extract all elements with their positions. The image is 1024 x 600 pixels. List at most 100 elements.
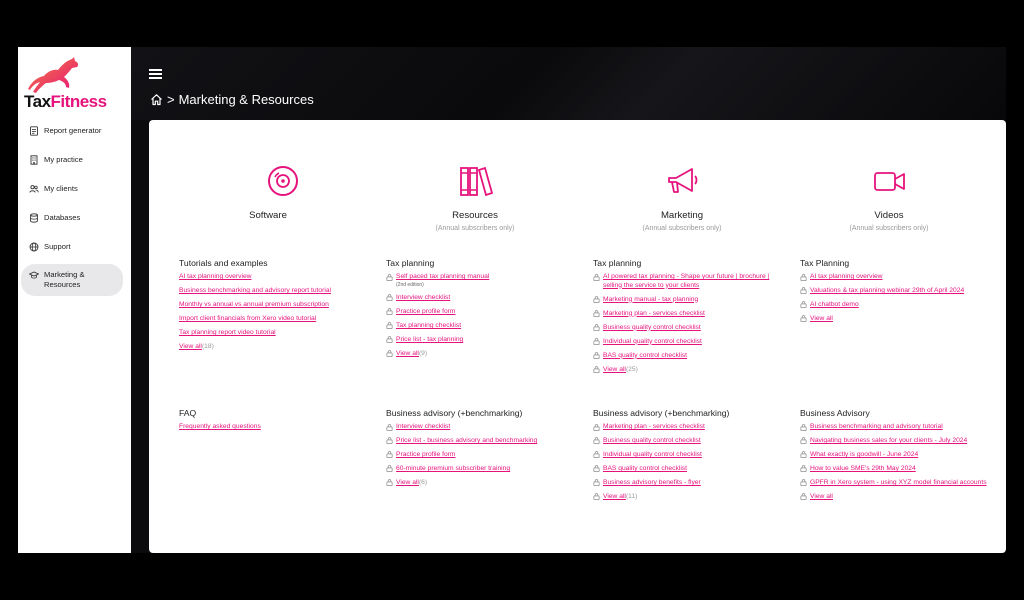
list-item: AI chatbot demo (800, 301, 990, 310)
resource-link[interactable]: Valuations & tax planning webinar 29th o… (810, 287, 964, 296)
resource-link[interactable]: Marketing manual - tax planning (603, 296, 698, 305)
sidebar-item-support[interactable]: Support (21, 235, 123, 259)
list-item: Practice profile form (386, 451, 576, 460)
list-item: How to value SME's 29th May 2024 (800, 465, 990, 474)
resource-link[interactable]: Practice profile form (396, 308, 455, 317)
resource-link[interactable]: Interview checklist (396, 294, 450, 303)
list-item: Individual quality control checklist (593, 451, 783, 460)
view-all-link[interactable]: View all (396, 350, 419, 357)
link-list: AI tax planning overview Business benchm… (179, 273, 369, 338)
megaphone-icon (668, 168, 698, 193)
sidebar-item-my-practice[interactable]: My practice (21, 148, 123, 172)
resource-link[interactable]: Business benchmarking and advisory repor… (179, 287, 331, 296)
column-title: Videos (874, 210, 904, 221)
resource-link[interactable]: AI tax planning overview (810, 273, 883, 282)
view-all: View all (9) (386, 350, 576, 358)
resource-link[interactable]: Business quality control checklist (603, 437, 701, 446)
list-item: GPFR in Xero system - using XYZ model fi… (800, 479, 990, 488)
resource-link[interactable]: Price list - business advisory and bench… (396, 437, 537, 446)
view-all-link[interactable]: View all (179, 343, 202, 350)
resource-link[interactable]: Tax planning report video tutorial (179, 329, 276, 338)
resource-link[interactable]: Practice profile form (396, 451, 455, 460)
resource-link[interactable]: Price list - tax planning (396, 336, 463, 345)
item-count: (6) (418, 479, 428, 487)
lock-icon (593, 324, 600, 332)
section-title: Business advisory (+benchmarking) (386, 408, 523, 418)
section-business-advisory: Business advisory (+benchmarking) Interv… (386, 408, 576, 487)
lock-icon (593, 423, 600, 431)
resource-link[interactable]: Frequently asked questions (179, 423, 261, 432)
lock-icon (800, 493, 807, 501)
logo-wordmark: TaxFitness (24, 92, 107, 111)
menu-icon[interactable] (149, 69, 162, 79)
resource-link[interactable]: Tax planning checklist (396, 322, 461, 331)
resource-link[interactable]: What exactly is goodwill - June 2024 (810, 451, 918, 460)
lock-icon (386, 479, 393, 487)
sidebar-item-label: My practice (44, 155, 83, 164)
taxfitness-logo[interactable]: TaxFitness (20, 55, 128, 111)
resource-link[interactable]: AI chatbot demo (810, 301, 859, 310)
view-all-link[interactable]: View all (603, 366, 626, 373)
list-item: Marketing plan - services checklist (593, 423, 783, 432)
resource-link[interactable]: BAS quality control checklist (603, 352, 687, 361)
resource-link[interactable]: Business benchmarking and advisory tutor… (810, 423, 943, 432)
sidebar-item-databases[interactable]: Databases (21, 206, 123, 230)
page-title: Marketing & Resources (178, 92, 314, 107)
list-item: AI tax planning overview (179, 273, 369, 282)
resource-link[interactable]: Interview checklist (396, 423, 450, 432)
sidebar-item-report-generator[interactable]: Report generator (21, 119, 123, 143)
view-all: View all (800, 315, 990, 323)
lock-icon (386, 336, 393, 344)
view-all-link[interactable]: View all (603, 493, 626, 500)
list-item: 60-minute premium subscriber training (386, 465, 576, 474)
resource-link[interactable]: Marketing plan - services checklist (603, 423, 705, 432)
resource-link[interactable]: Business advisory benefits - flyer (603, 479, 701, 488)
list-item: Price list - tax planning (386, 336, 576, 345)
resource-link[interactable]: Import client financials from Xero video… (179, 315, 316, 324)
section-business-advisory: Business Advisory Business benchmarking … (800, 408, 990, 501)
lock-icon (386, 423, 393, 431)
section-tutorials: Tutorials and examples AI tax planning o… (179, 258, 369, 350)
sidebar-item-label: Marketing & Resources (44, 270, 85, 289)
resource-link[interactable]: AI powered tax planning - Shape your fut… (603, 273, 783, 290)
resource-link[interactable]: Individual quality control checklist (603, 451, 702, 460)
item-count: (25) (625, 365, 638, 373)
view-all-link[interactable]: View all (810, 493, 833, 500)
resource-link[interactable]: Navigating business sales for your clien… (810, 437, 967, 446)
resource-link[interactable]: Individual quality control checklist (603, 338, 702, 347)
list-item: Tax planning report video tutorial (179, 329, 369, 338)
resource-link[interactable]: BAS quality control checklist (603, 465, 687, 474)
resource-link[interactable]: 60-minute premium subscriber training (396, 465, 510, 474)
list-item: Navigating business sales for your clien… (800, 437, 990, 446)
list-item: Self paced tax planning manual (2nd editi… (386, 273, 576, 289)
link-list: Interview checklist Price list - busines… (386, 423, 576, 474)
resource-link[interactable]: GPFR in Xero system - using XYZ model fi… (810, 479, 987, 488)
app-window: TaxFitness Report generator My practice … (18, 47, 1006, 553)
view-all-link[interactable]: View all (396, 479, 419, 486)
list-item: Business advisory benefits - flyer (593, 479, 783, 488)
resource-link[interactable]: Monthly vs annual vs annual premium subs… (179, 301, 329, 310)
lock-icon (593, 479, 600, 487)
list-item: Price list - business advisory and bench… (386, 437, 576, 446)
lock-icon (593, 296, 600, 304)
lock-icon (593, 493, 600, 501)
resource-link[interactable]: AI tax planning overview (179, 273, 252, 282)
globe-icon (29, 242, 39, 252)
resource-link[interactable]: Marketing plan - services checklist (603, 310, 705, 319)
home-icon[interactable] (150, 93, 163, 106)
lock-icon (593, 273, 600, 281)
resource-link[interactable]: Self paced tax planning manual (396, 273, 489, 280)
sidebar-item-marketing-resources[interactable]: Marketing & Resources (21, 264, 123, 296)
horse-logo-icon (28, 57, 79, 93)
section-tax-planning: Tax Planning AI tax planning overview Va… (800, 258, 990, 323)
lock-icon (593, 310, 600, 318)
sidebar-item-my-clients[interactable]: My clients (21, 177, 123, 201)
report-icon (30, 126, 38, 136)
resource-link[interactable]: How to value SME's 29th May 2024 (810, 465, 916, 474)
resource-link[interactable]: Business quality control checklist (603, 324, 701, 333)
lock-icon (800, 287, 807, 295)
view-all-link[interactable]: View all (810, 315, 833, 322)
sidebar: TaxFitness Report generator My practice … (18, 47, 131, 553)
view-all: View all (800, 493, 990, 501)
list-item: Valuations & tax planning webinar 29th o… (800, 287, 990, 296)
